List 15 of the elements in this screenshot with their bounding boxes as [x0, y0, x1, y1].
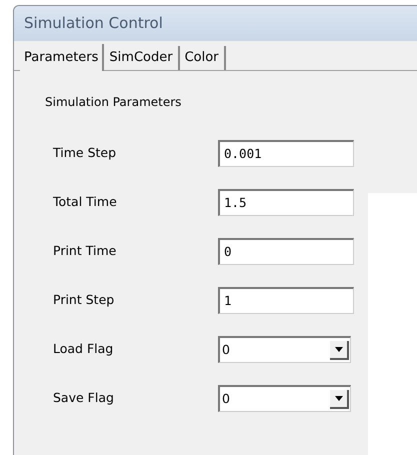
window-title: Simulation Control: [24, 13, 163, 34]
input-field[interactable]: 1.5: [218, 189, 354, 216]
dropdown[interactable]: 0: [218, 385, 351, 412]
field-label: Time Step: [53, 144, 118, 162]
input-field[interactable]: 1: [218, 287, 354, 314]
input-field[interactable]: 0: [218, 238, 354, 265]
field-label: Total Time: [53, 193, 118, 212]
dropdown[interactable]: 0: [218, 336, 351, 363]
field-label: Load Flag: [53, 340, 114, 358]
input-field[interactable]: 0.001: [218, 140, 354, 167]
field-label: Print Step: [53, 291, 116, 310]
group-title: Simulation Parameters: [45, 95, 182, 109]
field-label: Save Flag: [53, 389, 115, 408]
field-label: Print Time: [53, 242, 118, 260]
tab[interactable]: Parameters: [20, 44, 104, 71]
